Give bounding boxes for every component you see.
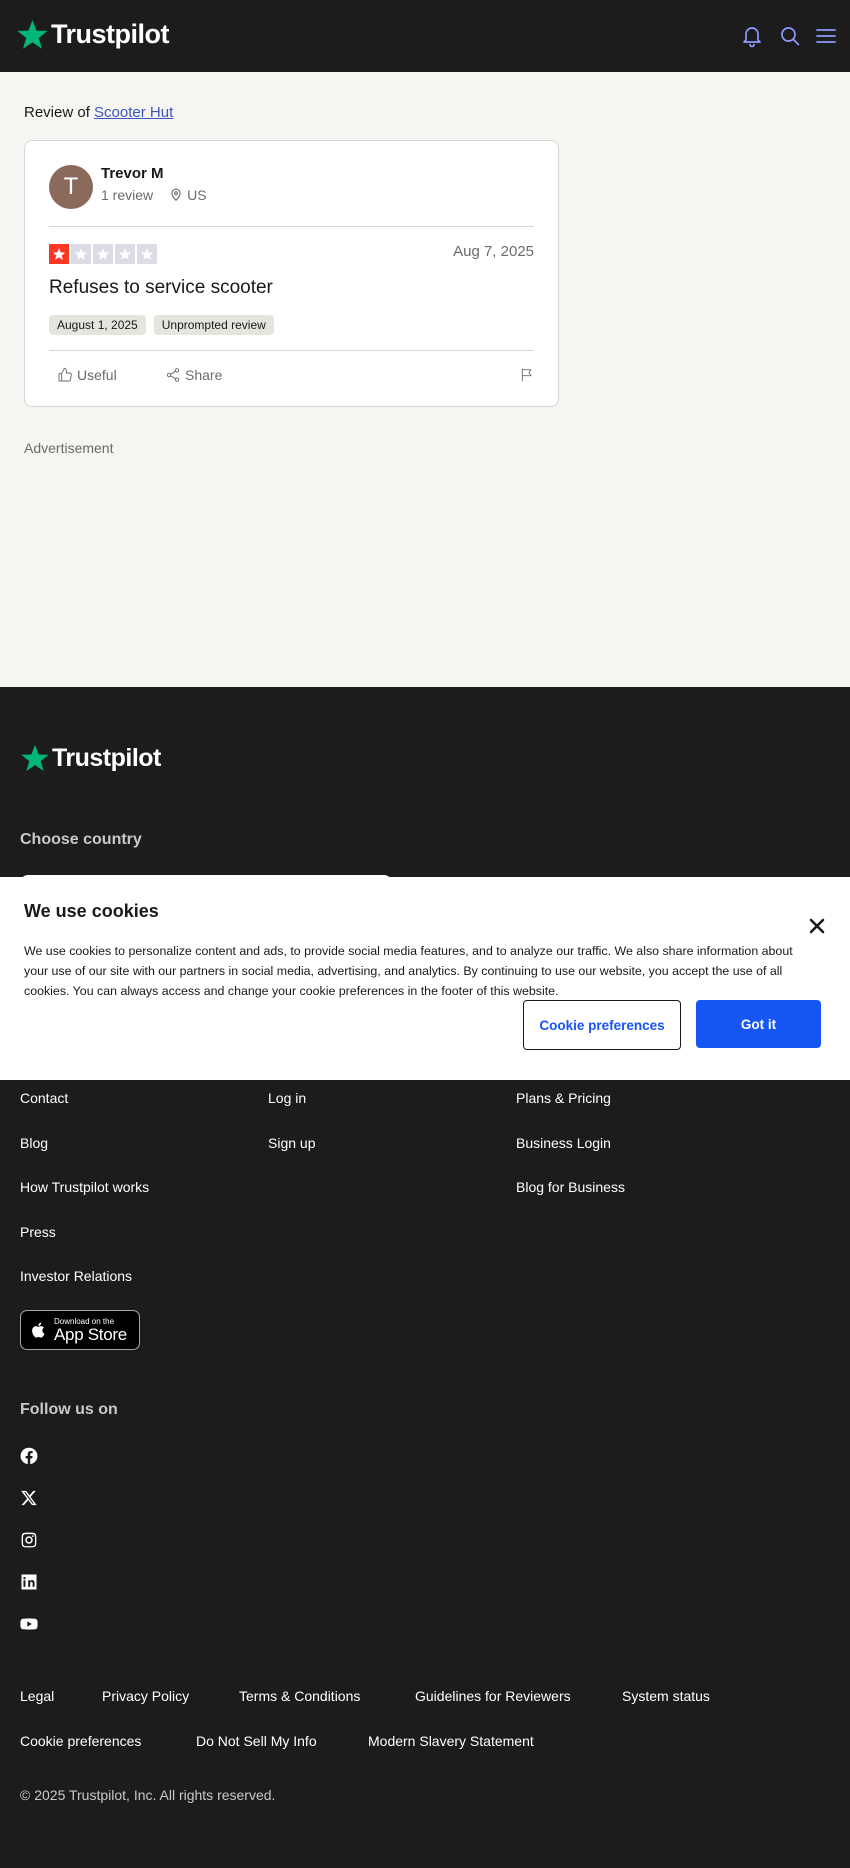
main-content: Review of Scooter Hut T Trevor M 1 revie… [0, 72, 850, 687]
footer-logo-text: Trustpilot [52, 743, 161, 772]
advertisement-label: Advertisement [24, 440, 114, 456]
share-button[interactable]: Share [165, 367, 222, 383]
footer-link-contact[interactable]: Contact [20, 1090, 68, 1106]
thumbs-up-icon [58, 367, 72, 382]
choose-country-heading: Choose country [20, 831, 142, 848]
bell-icon[interactable] [740, 24, 764, 48]
trustpilot-logo[interactable]: Trustpilot [16, 18, 170, 51]
footer-link-sign-up[interactable]: Sign up [268, 1135, 315, 1151]
cookie-banner: We use cookies We use cookies to persona… [0, 877, 850, 1080]
review-date: Aug 7, 2025 [453, 243, 534, 260]
cookie-preferences-button[interactable]: Cookie preferences [523, 1000, 681, 1050]
review-card: T Trevor M 1 review US Aug 7, 2025 Refus… [24, 140, 559, 407]
cookie-text: We use cookies to personalize content an… [24, 944, 793, 998]
review-actions: Useful Share [49, 367, 534, 391]
share-icon [166, 368, 180, 382]
youtube-icon[interactable] [20, 1615, 38, 1633]
review-of-prefix: Review of [24, 104, 90, 121]
do-not-sell-link[interactable]: Do Not Sell My Info [196, 1733, 317, 1749]
privacy-policy-link[interactable]: Privacy Policy [102, 1688, 189, 1704]
follow-us-heading: Follow us on [20, 1401, 118, 1418]
footer-link-blog-for-business[interactable]: Blog for Business [516, 1179, 625, 1195]
menu-icon[interactable] [814, 24, 838, 48]
divider [49, 350, 534, 351]
star-logo-icon [17, 20, 48, 49]
facebook-icon[interactable] [20, 1447, 38, 1465]
location-pin-icon [169, 188, 183, 202]
app-store-big-text: App Store [54, 1324, 127, 1344]
star-logo-icon [21, 744, 49, 771]
site-header: Trustpilot [0, 0, 850, 72]
reviewer-meta: 1 review US [101, 187, 207, 203]
star-icon [137, 244, 157, 264]
star-icon [93, 244, 113, 264]
logo-text: Trustpilot [51, 19, 170, 49]
star-icon [71, 244, 91, 264]
experience-date-tag: August 1, 2025 [49, 315, 146, 335]
instagram-icon[interactable] [20, 1531, 38, 1549]
share-label: Share [185, 367, 223, 383]
flag-icon [521, 368, 532, 382]
reviewer-name[interactable]: Trevor M [101, 165, 164, 182]
system-status-link[interactable]: System status [622, 1688, 710, 1704]
footer-link-investor-relations[interactable]: Investor Relations [20, 1268, 132, 1284]
footer-link-blog[interactable]: Blog [20, 1135, 48, 1151]
x-icon[interactable] [20, 1489, 38, 1507]
useful-label: Useful [77, 367, 117, 383]
report-button[interactable] [519, 367, 539, 383]
divider [49, 226, 534, 227]
app-store-badge[interactable]: Download on the App Store [20, 1310, 140, 1350]
footer-link-log-in[interactable]: Log in [268, 1090, 306, 1106]
legal-link[interactable]: Legal [20, 1688, 54, 1704]
company-link[interactable]: Scooter Hut [94, 104, 173, 121]
guidelines-for-reviewers-link[interactable]: Guidelines for Reviewers [415, 1688, 571, 1704]
review-tags: August 1, 2025 Unprompted review [49, 315, 274, 335]
review-count: 1 review [101, 187, 154, 203]
copyright: © 2025 Trustpilot, Inc. All rights reser… [20, 1787, 276, 1803]
close-icon[interactable] [808, 917, 826, 935]
star-icon [115, 244, 135, 264]
star-icon [49, 244, 69, 264]
app-store-text: Download on the App Store [54, 1317, 127, 1344]
apple-icon [32, 1322, 45, 1338]
star-rating [49, 244, 157, 264]
unprompted-review-tag[interactable]: Unprompted review [153, 315, 274, 335]
footer-link-plans-pricing[interactable]: Plans & Pricing [516, 1090, 611, 1106]
cookie-preferences-link[interactable]: Cookie preferences [20, 1733, 141, 1749]
avatar[interactable]: T [49, 165, 93, 209]
search-icon[interactable] [778, 24, 802, 48]
review-of-line: Review of Scooter Hut [24, 104, 173, 121]
review-title[interactable]: Refuses to service scooter [49, 277, 273, 299]
modern-slavery-link[interactable]: Modern Slavery Statement [368, 1733, 534, 1749]
footer-link-press[interactable]: Press [20, 1224, 56, 1240]
footer-trustpilot-logo[interactable]: Trustpilot [20, 743, 161, 773]
got-it-button[interactable]: Got it [696, 1000, 821, 1048]
linkedin-icon[interactable] [20, 1573, 38, 1591]
cookie-title: We use cookies [24, 901, 159, 921]
site-footer: Trustpilot Choose country Contact Blog H… [0, 687, 850, 1868]
terms-conditions-link[interactable]: Terms & Conditions [239, 1688, 360, 1704]
footer-link-how-trustpilot-works[interactable]: How Trustpilot works [20, 1179, 149, 1195]
footer-link-business-login[interactable]: Business Login [516, 1135, 611, 1151]
useful-button[interactable]: Useful [57, 367, 117, 383]
reviewer-country: US [187, 187, 207, 203]
